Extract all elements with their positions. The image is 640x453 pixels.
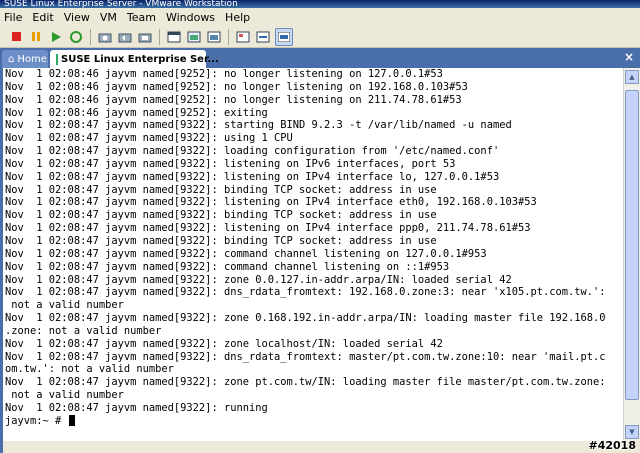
tab-suse-vm[interactable]: SUSE Linux Enterprise Ser...	[50, 50, 219, 68]
console-line: Nov 1 02:08:47 jayvm named[9322]: bindin…	[5, 183, 437, 196]
console-line: Nov 1 02:08:47 jayvm named[9322]: listen…	[5, 196, 537, 209]
menu-help[interactable]: Help	[225, 11, 250, 24]
window-title-bar[interactable]: SUSE Linux Enterprise Server - VMware Wo…	[0, 0, 640, 8]
console-line: Nov 1 02:08:47 jayvm named[9322]: zone 0…	[5, 312, 606, 325]
close-tab-icon[interactable]: ×	[624, 50, 634, 64]
console-line: Nov 1 02:08:47 jayvm named[9322]: listen…	[5, 222, 531, 235]
menu-bar: File Edit View VM Team Windows Help	[0, 8, 640, 26]
summary-view-icon[interactable]	[206, 29, 222, 45]
tab-home[interactable]: ⌂ Home	[2, 50, 48, 68]
console-line: Nov 1 02:08:47 jayvm named[9322]: comman…	[5, 247, 487, 260]
console-line: Nov 1 02:08:47 jayvm named[9322]: dns_rd…	[5, 286, 606, 299]
watermark: #42018	[588, 439, 637, 452]
vm-console[interactable]: Nov 1 02:08:46 jayvm named[9252]: no lon…	[3, 68, 623, 441]
vm-icon	[56, 53, 58, 65]
menu-view[interactable]: View	[64, 11, 90, 24]
console-line: Nov 1 02:08:47 jayvm named[9322]: listen…	[5, 157, 456, 170]
console-line: Nov 1 02:08:46 jayvm named[9252]: no lon…	[5, 68, 443, 80]
console-line: Nov 1 02:08:47 jayvm named[9322]: dns_rd…	[5, 350, 606, 363]
window-title: SUSE Linux Enterprise Server - VMware Wo…	[4, 0, 238, 8]
play-icon[interactable]	[48, 29, 64, 45]
console-line: Nov 1 02:08:46 jayvm named[9252]: no lon…	[5, 93, 462, 106]
appliance-view-icon[interactable]	[255, 29, 271, 45]
console-line: Nov 1 02:08:46 jayvm named[9252]: no lon…	[5, 80, 468, 93]
console-line: Nov 1 02:08:47 jayvm named[9322]: bindin…	[5, 209, 437, 222]
menu-team[interactable]: Team	[127, 11, 156, 24]
revert-snapshot-icon[interactable]	[117, 29, 133, 45]
console-line: Nov 1 02:08:47 jayvm named[9322]: zone p…	[5, 376, 606, 389]
console-line: Nov 1 02:08:47 jayvm named[9322]: runnin…	[5, 401, 268, 414]
console-line: om.tw.': not a valid number	[5, 363, 174, 376]
console-line: not a valid number	[5, 389, 124, 402]
stop-icon[interactable]	[8, 29, 24, 45]
snapshot-icon[interactable]	[97, 29, 113, 45]
snapshot-manager-icon[interactable]	[137, 29, 153, 45]
tab-home-label: Home	[17, 53, 47, 65]
console-line: Nov 1 02:08:46 jayvm named[9252]: exitin…	[5, 106, 268, 119]
scroll-down-icon[interactable]: ▼	[625, 425, 639, 439]
toolbar-divider	[90, 28, 91, 45]
fullscreen-icon[interactable]	[166, 29, 182, 45]
text-cursor	[68, 414, 75, 426]
console-line: Nov 1 02:08:47 jayvm named[9322]: zone l…	[5, 337, 443, 350]
home-icon: ⌂	[8, 53, 15, 65]
toolbar	[0, 26, 640, 48]
scroll-thumb[interactable]	[625, 90, 639, 400]
status-bar	[3, 441, 640, 453]
console-line: .zone: not a valid number	[5, 324, 162, 337]
menu-edit[interactable]: Edit	[32, 11, 53, 24]
console-line: Nov 1 02:08:47 jayvm named[9322]: bindin…	[5, 234, 437, 247]
menu-vm[interactable]: VM	[100, 11, 117, 24]
toolbar-divider	[228, 28, 229, 45]
shell-prompt-line[interactable]: jayvm:~ #	[3, 414, 623, 428]
menu-file[interactable]: File	[4, 11, 22, 24]
shell-prompt: jayvm:~ #	[5, 414, 68, 427]
unity-icon[interactable]	[275, 27, 293, 46]
tab-vm-label: SUSE Linux Enterprise Ser...	[61, 53, 219, 65]
console-scrollbar[interactable]: ▲ ▼	[623, 68, 640, 441]
console-line: Nov 1 02:08:47 jayvm named[9322]: zone 0…	[5, 273, 512, 286]
console-line: Nov 1 02:08:47 jayvm named[9322]: loadin…	[5, 145, 500, 158]
console-line: Nov 1 02:08:47 jayvm named[9322]: starti…	[5, 119, 512, 132]
menu-windows[interactable]: Windows	[166, 11, 215, 24]
pause-icon[interactable]	[28, 29, 44, 45]
console-line: Nov 1 02:08:47 jayvm named[9322]: listen…	[5, 170, 500, 183]
quick-switch-icon[interactable]	[186, 29, 202, 45]
console-view-icon[interactable]	[235, 29, 251, 45]
tab-bar: ⌂ Home SUSE Linux Enterprise Ser...	[0, 48, 640, 68]
console-line: not a valid number	[5, 299, 124, 312]
reset-icon[interactable]	[68, 29, 84, 45]
console-line: Nov 1 02:08:47 jayvm named[9322]: using …	[5, 132, 293, 145]
toolbar-divider	[159, 28, 160, 45]
console-line: Nov 1 02:08:47 jayvm named[9322]: comman…	[5, 260, 450, 273]
scroll-up-icon[interactable]: ▲	[625, 70, 639, 84]
